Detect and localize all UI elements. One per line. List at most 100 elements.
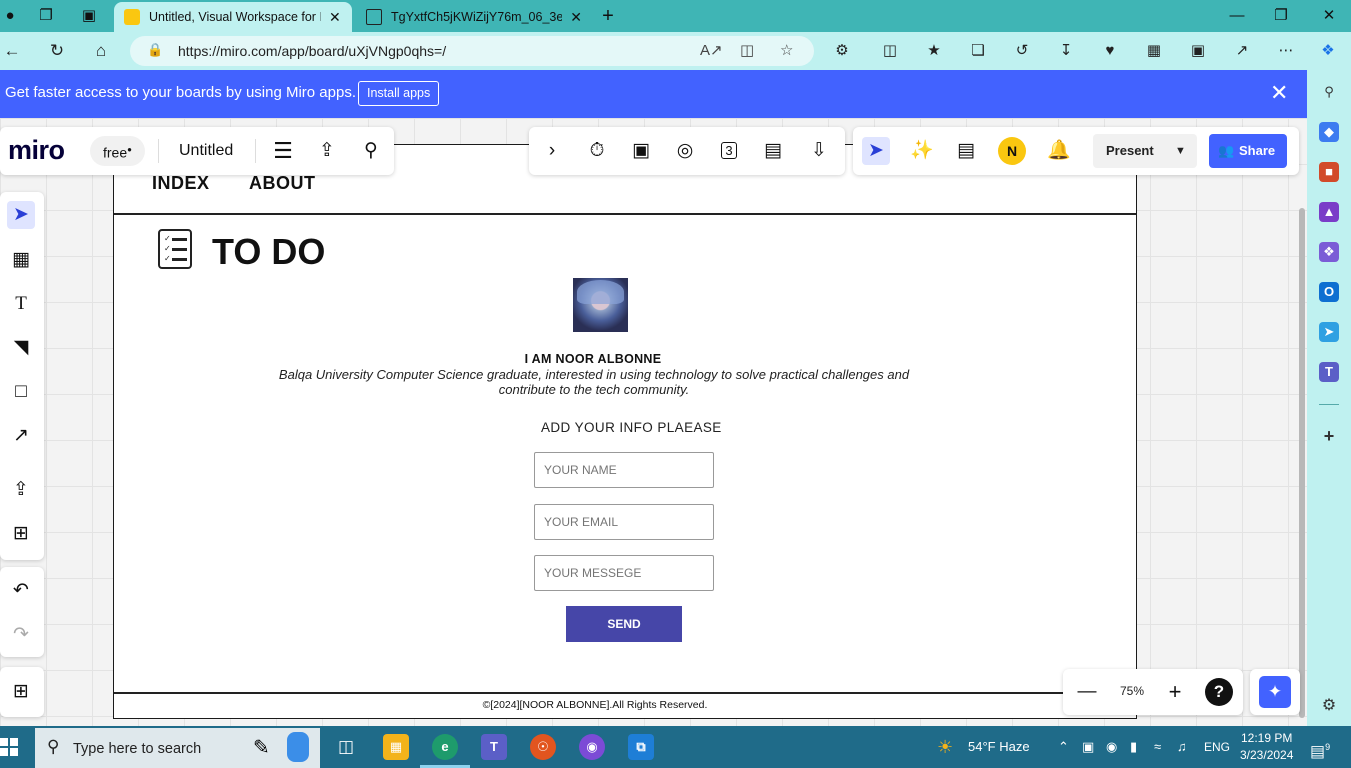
voting-icon[interactable]: 3 [715, 137, 743, 165]
outlook-icon[interactable]: O [1319, 282, 1339, 302]
name-input[interactable] [534, 452, 714, 488]
ai-sparkle-icon[interactable]: ✦ [1259, 676, 1291, 708]
templates-icon[interactable]: ▦ [7, 246, 35, 274]
weather-icon[interactable]: ☀ [937, 726, 953, 768]
edge-icon[interactable]: e [420, 734, 470, 768]
microphone-icon[interactable]: ◉ [1106, 726, 1117, 768]
favorite-star-icon[interactable]: ☆ [780, 41, 793, 59]
comments-icon[interactable]: ▤ [952, 137, 980, 165]
collections-icon[interactable]: ❏ [967, 41, 989, 61]
send-button[interactable]: SEND [566, 606, 682, 642]
restore-icon[interactable]: ❐ [1268, 4, 1294, 28]
close-banner-icon[interactable]: ✕ [1270, 82, 1288, 104]
help-icon[interactable]: ? [1205, 678, 1233, 706]
immersive-reader-icon[interactable]: ◫ [740, 41, 754, 59]
redo-icon[interactable]: ↷ [7, 621, 35, 649]
zoom-out-icon[interactable]: — [1073, 678, 1101, 706]
read-aloud-icon[interactable]: A↗ [700, 41, 723, 59]
minimize-icon[interactable]: — [1224, 4, 1250, 28]
board-canvas[interactable]: INDEX ABOUT ✓ ✓ ✓ TO DO I AM NOOR ALBONN… [0, 118, 1307, 726]
notes-icon[interactable]: ▤ [759, 137, 787, 165]
more-tools-chevron-icon[interactable]: ⇩ [805, 137, 833, 165]
copilot-icon[interactable]: ❖ [1317, 41, 1339, 61]
focus-icon[interactable]: ◎ [671, 137, 699, 165]
weather-text[interactable]: 54°F Haze [968, 726, 1030, 768]
add-sidebar-app-icon[interactable]: + [1319, 426, 1339, 446]
select-tool-icon[interactable]: ➤ [7, 201, 35, 229]
export-icon[interactable]: ⇪ [313, 137, 341, 165]
teams-icon[interactable]: T [481, 734, 507, 760]
history-icon[interactable]: ↺ [1011, 41, 1033, 61]
plan-badge[interactable]: free● [90, 136, 145, 166]
main-menu-icon[interactable]: ☰ [269, 137, 297, 165]
apps-icon[interactable]: ▦ [1143, 41, 1165, 61]
board-name[interactable]: Untitled [179, 142, 233, 160]
sticky-note-icon[interactable]: ◥ [7, 334, 35, 362]
more-apps-plus-icon[interactable]: ⊞ [7, 520, 35, 548]
text-tool-icon[interactable]: T [7, 290, 35, 318]
vscode-icon[interactable]: ⧉ [628, 734, 654, 760]
zoom-level[interactable]: 75% [1120, 684, 1144, 698]
windows-start-icon[interactable] [0, 738, 18, 756]
teams-sidebar-icon[interactable]: T [1319, 362, 1339, 382]
nav-index-link[interactable]: INDEX [152, 173, 210, 194]
close-tab-icon[interactable]: ✕ [570, 9, 582, 26]
user-avatar[interactable]: N [998, 137, 1026, 165]
tab-actions-icon[interactable]: ▣ [79, 6, 99, 26]
miro-logo[interactable]: miro [8, 135, 65, 166]
more-options-icon[interactable]: ⋯ [1275, 41, 1297, 61]
games-icon[interactable]: ▲ [1319, 202, 1339, 222]
upload-icon[interactable]: ⇪ [7, 476, 35, 504]
undo-icon[interactable]: ↶ [7, 577, 35, 605]
copilot-sidebar-icon[interactable]: ❖ [1319, 242, 1339, 262]
share-button[interactable]: 👥 Share [1209, 134, 1287, 168]
battery-icon[interactable]: ▮ [1130, 726, 1137, 768]
close-tab-icon[interactable]: ✕ [329, 9, 341, 26]
connection-line-icon[interactable]: ↗ [7, 422, 35, 450]
zoom-in-icon[interactable]: + [1161, 678, 1189, 706]
favorites-icon[interactable]: ★ [923, 41, 945, 61]
volume-icon[interactable]: ♫ [1177, 726, 1187, 768]
task-view-icon[interactable]: ◫ [333, 734, 359, 760]
tab-image[interactable]: TgYxtfCh5jKWiZijY76m_06_3ea1a ✕ [356, 2, 592, 32]
search-icon[interactable]: ⚲ [1319, 82, 1339, 102]
reactions-icon[interactable]: ✨ [908, 137, 936, 165]
frames-icon[interactable]: ⊞ [7, 678, 35, 706]
vertical-scrollbar[interactable] [1299, 208, 1305, 718]
present-button[interactable]: Present ▼ [1093, 134, 1197, 168]
nav-about-link[interactable]: ABOUT [249, 173, 316, 194]
new-tab-icon[interactable]: + [598, 6, 618, 26]
drop-icon[interactable]: ➤ [1319, 322, 1339, 342]
back-icon[interactable]: ← [0, 40, 24, 62]
url-field[interactable]: 🔒 https://miro.com/app/board/uXjVNgp0qhs… [130, 36, 814, 66]
workspaces-icon[interactable]: ❐ [36, 6, 56, 26]
sidebar-settings-icon[interactable]: ⚙ [1319, 696, 1339, 716]
refresh-icon[interactable]: ↻ [45, 40, 69, 62]
copilot-taskbar-icon[interactable] [287, 732, 309, 762]
wifi-icon[interactable]: ≈ [1154, 726, 1161, 768]
performance-icon[interactable]: ♥ [1099, 41, 1121, 61]
discord-icon[interactable]: ◉ [579, 734, 605, 760]
message-input[interactable] [534, 555, 714, 591]
language-indicator[interactable]: ENG [1204, 726, 1230, 768]
lock-icon[interactable]: 🔒 [147, 42, 163, 58]
website-frame[interactable]: INDEX ABOUT ✓ ✓ ✓ TO DO I AM NOOR ALBONN… [113, 144, 1137, 719]
share-page-icon[interactable]: ↗ [1231, 41, 1253, 61]
split-screen-icon[interactable]: ◫ [879, 41, 901, 61]
ubuntu-icon[interactable]: ☉ [530, 734, 556, 760]
notifications-icon[interactable]: ▤9 [1310, 726, 1330, 768]
notifications-bell-icon[interactable]: 🔔 [1045, 137, 1073, 165]
install-apps-button[interactable]: Install apps [358, 81, 440, 106]
shape-tool-icon[interactable]: □ [7, 378, 35, 406]
taskbar-search-box[interactable]: ⚲ Type here to search ✎ [35, 728, 320, 768]
chevron-down-icon[interactable]: ▼ [1175, 134, 1186, 168]
shopping-icon[interactable]: ◆ [1319, 122, 1339, 142]
search-board-icon[interactable]: ⚲ [357, 137, 385, 165]
video-chat-icon[interactable]: ▣ [627, 137, 655, 165]
extensions-icon[interactable]: ⚙ [831, 41, 853, 61]
screenshot-icon[interactable]: ▣ [1187, 41, 1209, 61]
camera-icon[interactable]: ▣ [1082, 726, 1094, 768]
tab-miro[interactable]: Untitled, Visual Workspace for In ✕ [114, 2, 352, 32]
clock[interactable]: 12:19 PM 3/23/2024 [1240, 730, 1293, 764]
downloads-icon[interactable]: ↧ [1055, 41, 1077, 61]
